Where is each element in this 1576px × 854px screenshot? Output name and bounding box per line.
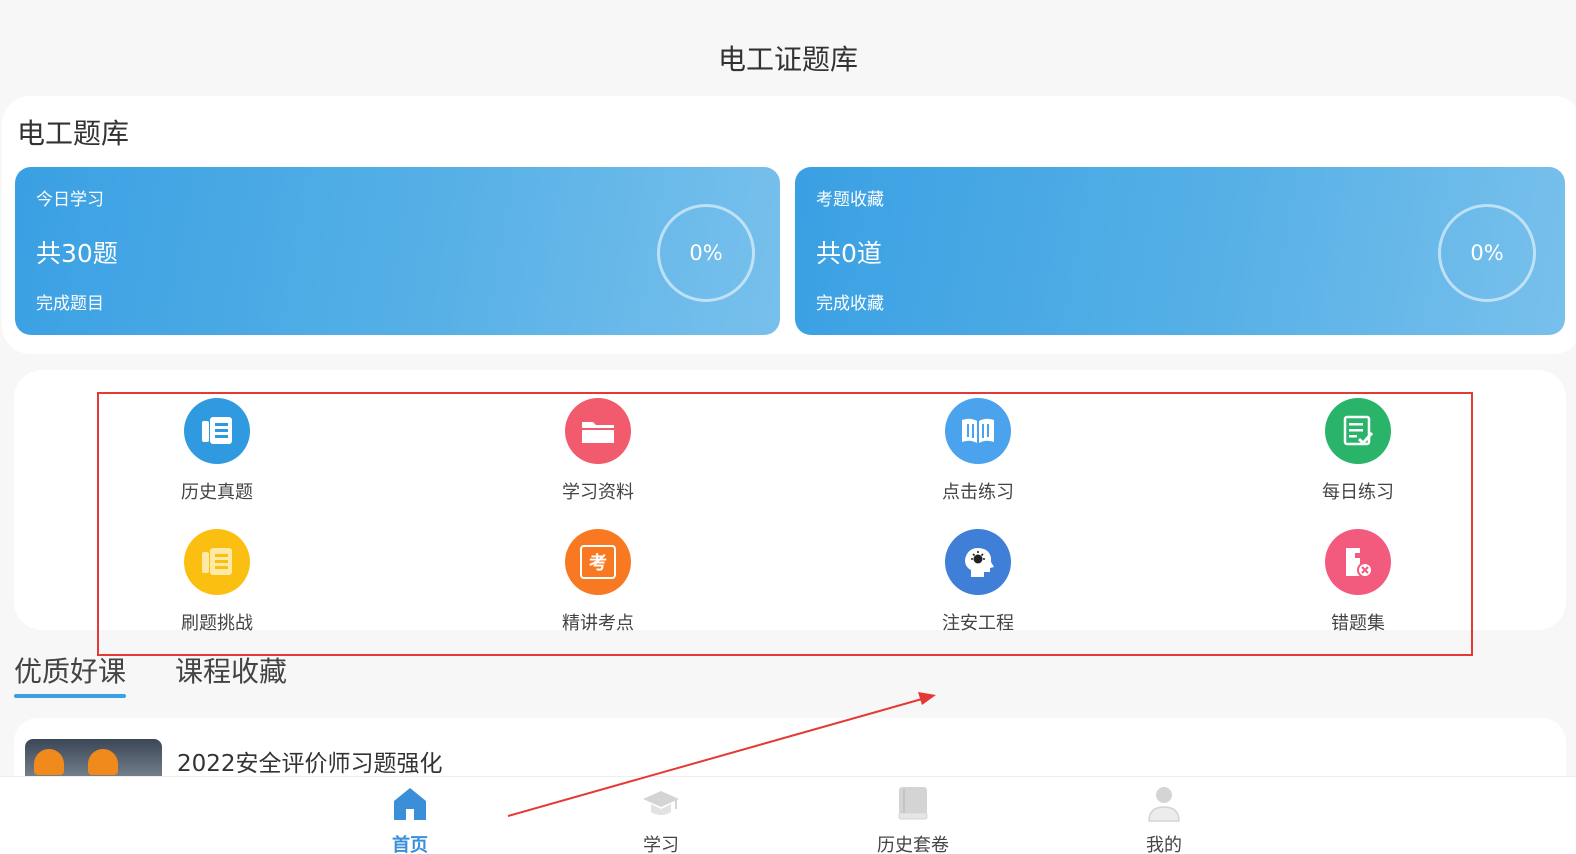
checklist-icon — [1325, 398, 1391, 464]
function-wrong-questions[interactable]: 错题集 — [1278, 529, 1438, 639]
today-study-sub: 完成题目 — [36, 294, 104, 314]
exam-point-glyph: 考 — [580, 545, 616, 579]
page-title: 电工证题库 — [717, 43, 858, 76]
home-icon — [390, 783, 430, 823]
function-label: 刷题挑战 — [181, 613, 253, 634]
today-study-card[interactable]: 今日学习 共30题 完成题目 0% — [15, 167, 780, 335]
function-challenge[interactable]: 刷题挑战 — [137, 529, 297, 639]
graduation-cap-icon — [641, 783, 681, 823]
function-label: 点击练习 — [942, 482, 1014, 503]
nav-history-papers[interactable]: 历史套卷 — [853, 783, 973, 854]
favorites-percent: 0% — [1470, 241, 1504, 265]
exam-point-icon: 考 — [565, 529, 631, 595]
function-label: 历史真题 — [181, 482, 253, 503]
nav-home[interactable]: 首页 — [350, 783, 470, 854]
head-bulb-icon — [945, 529, 1011, 595]
nav-study[interactable]: 学习 — [601, 783, 721, 854]
tab-course-favorites[interactable]: 课程收藏 — [175, 650, 287, 690]
book-icon — [893, 783, 933, 823]
function-study-materials[interactable]: 学习资料 — [518, 398, 678, 508]
function-safety-engineering[interactable]: 注安工程 — [898, 529, 1058, 639]
favorites-progress-ring: 0% — [1438, 204, 1536, 302]
active-tab-indicator — [14, 694, 126, 698]
nav-label: 首页 — [392, 835, 428, 854]
course-title: 2022安全评价师习题强化 — [177, 751, 443, 777]
favorites-card[interactable]: 考题收藏 共0道 完成收藏 0% — [795, 167, 1565, 335]
favorites-count: 共0道 — [816, 239, 882, 268]
folder-icon — [565, 398, 631, 464]
wrong-questions-icon — [1325, 529, 1391, 595]
challenge-icon — [184, 529, 250, 595]
today-study-percent: 0% — [689, 241, 723, 265]
function-label: 注安工程 — [942, 613, 1014, 634]
nav-label: 我的 — [1146, 835, 1182, 854]
question-bank-title: 电工题库 — [17, 117, 130, 150]
function-label: 精讲考点 — [562, 613, 634, 634]
user-icon — [1144, 783, 1184, 823]
history-exam-icon — [184, 398, 250, 464]
nav-label: 学习 — [643, 835, 679, 854]
today-study-label: 今日学习 — [36, 190, 104, 210]
open-book-icon — [945, 398, 1011, 464]
function-label: 错题集 — [1331, 613, 1385, 634]
function-history-exams[interactable]: 历史真题 — [137, 398, 297, 508]
favorites-sub: 完成收藏 — [816, 294, 884, 314]
app-screen: 电工证题库 电工题库 今日学习 共30题 完成题目 0% 考题收藏 共0道 完成… — [0, 0, 1576, 854]
function-key-points[interactable]: 考 精讲考点 — [518, 529, 678, 639]
bottom-nav: 首页 学习 历史套卷 我的 — [0, 776, 1576, 854]
nav-mine[interactable]: 我的 — [1104, 783, 1224, 854]
function-label: 每日练习 — [1322, 482, 1394, 503]
nav-label: 历史套卷 — [877, 835, 949, 854]
function-daily-practice[interactable]: 每日练习 — [1278, 398, 1438, 508]
function-click-practice[interactable]: 点击练习 — [898, 398, 1058, 508]
favorites-label: 考题收藏 — [816, 190, 884, 210]
today-study-count: 共30题 — [36, 239, 118, 268]
today-study-progress-ring: 0% — [657, 204, 755, 302]
function-label: 学习资料 — [562, 482, 634, 503]
tab-quality-courses[interactable]: 优质好课 — [14, 650, 126, 690]
